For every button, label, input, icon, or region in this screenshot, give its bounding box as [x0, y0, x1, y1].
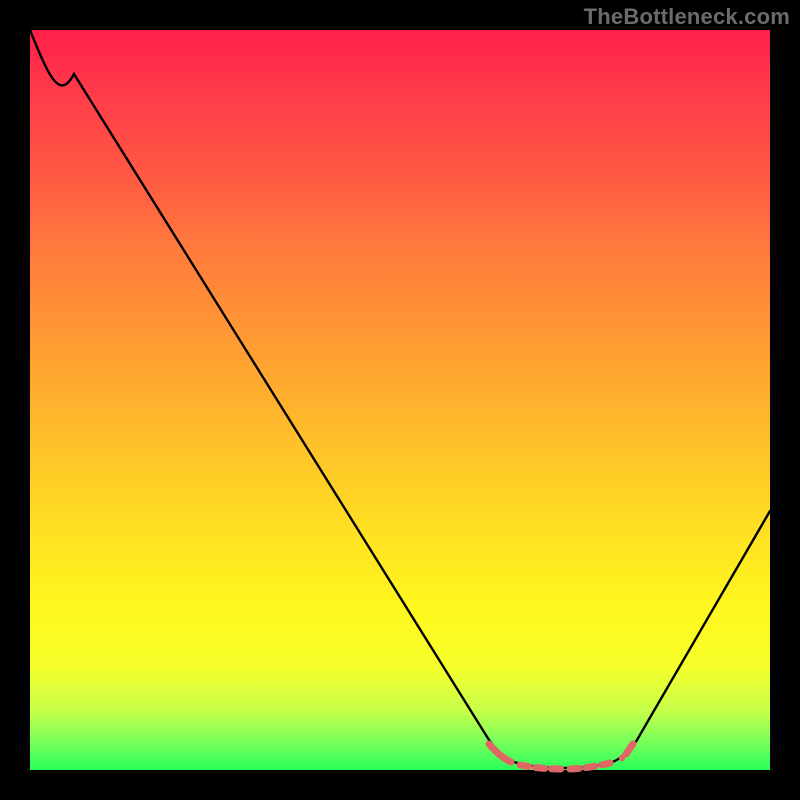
bottleneck-curve — [30, 30, 770, 768]
chart-container: TheBottleneck.com — [0, 0, 800, 800]
trough-marker — [489, 744, 633, 769]
curve-layer — [30, 30, 770, 770]
watermark-text: TheBottleneck.com — [584, 4, 790, 30]
plot-area — [30, 30, 770, 770]
